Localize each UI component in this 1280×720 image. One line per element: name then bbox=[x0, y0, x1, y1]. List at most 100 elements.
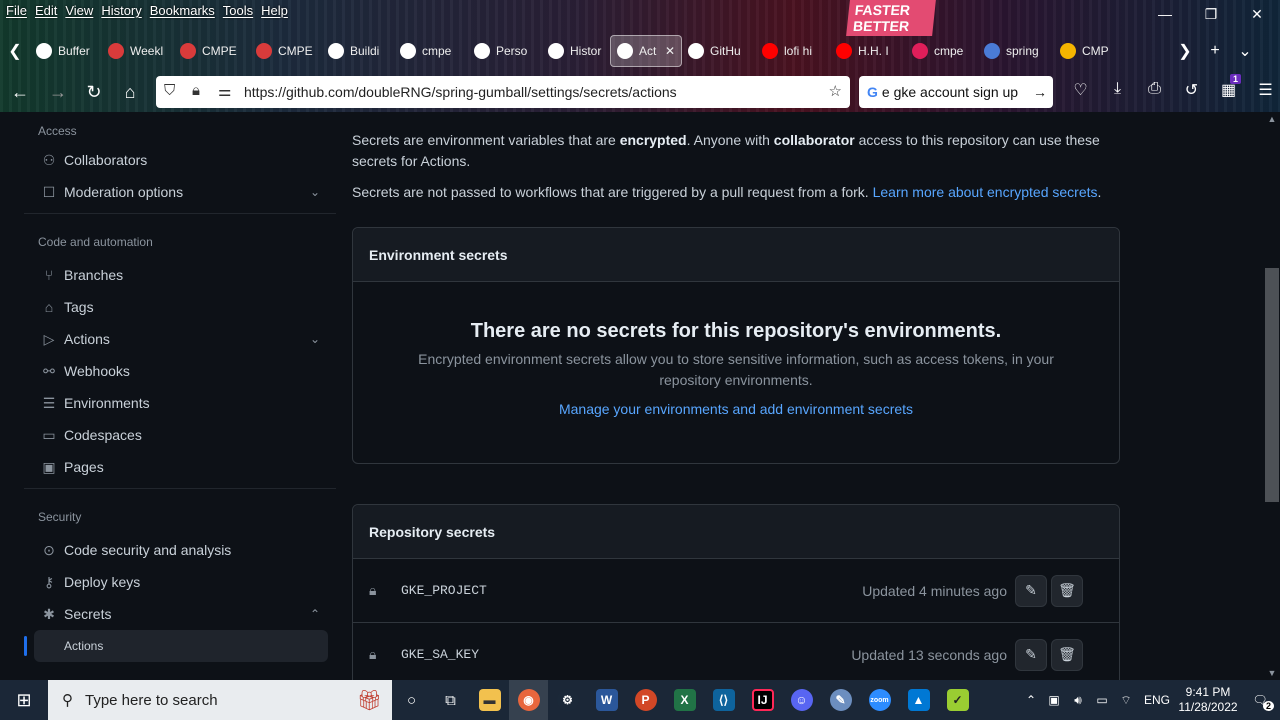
edit-secret-button[interactable]: ✎ bbox=[1015, 638, 1047, 671]
sidebar-item-secrets[interactable]: ✱ Secrets ⌃ bbox=[24, 598, 336, 630]
pocket-icon[interactable]: ♡ bbox=[1062, 80, 1099, 100]
search-box-text[interactable]: e gke account sign up bbox=[882, 84, 1018, 100]
chevron-down-icon[interactable]: ⌄ bbox=[310, 332, 320, 346]
browser-tab[interactable]: H.H. I bbox=[830, 35, 906, 67]
maximize-button[interactable]: ❐ bbox=[1188, 0, 1234, 30]
menu-bookmarks[interactable]: Bookmarks bbox=[148, 0, 221, 22]
menu-view[interactable]: View bbox=[63, 0, 99, 22]
sidebar-item-branches[interactable]: ⑂ Branches bbox=[24, 259, 336, 291]
print-icon[interactable]: ⎙ bbox=[1136, 80, 1173, 100]
browser-tab[interactable]: CMP bbox=[1054, 35, 1126, 67]
paint-icon[interactable]: ✎ bbox=[821, 680, 860, 720]
photos-icon[interactable]: ▲ bbox=[899, 680, 938, 720]
url-bar[interactable]: ⛉ 🔒︎ ⚌ https://github.com/doubleRNG/spri… bbox=[156, 76, 850, 108]
browser-tab[interactable]: Perso bbox=[468, 35, 542, 67]
sidebar-item-tags[interactable]: ⌂ Tags bbox=[24, 291, 336, 323]
downloads-icon[interactable]: ⤓ bbox=[1099, 80, 1136, 100]
close-tab-icon[interactable]: ✕ bbox=[665, 44, 675, 58]
tracking-shield-icon[interactable]: ⛉ bbox=[164, 82, 175, 99]
discord-icon[interactable]: ☺ bbox=[782, 680, 821, 720]
browser-tab[interactable]: Buffer bbox=[30, 35, 102, 67]
sidebar-item-pages[interactable]: ▣ Pages bbox=[24, 451, 336, 483]
hamburger-menu-icon[interactable]: ☰ bbox=[1247, 80, 1280, 100]
camera-icon[interactable]: ▣ bbox=[1042, 693, 1066, 707]
battery-icon[interactable]: ▭ bbox=[1090, 693, 1114, 707]
browser-tab[interactable]: cmpe bbox=[394, 35, 468, 67]
browser-tab[interactable]: GitHu bbox=[682, 35, 756, 67]
sidebar-item-moderation[interactable]: ☐ Moderation options ⌄ bbox=[24, 176, 336, 208]
tray-overflow-icon[interactable]: ⌃ bbox=[1020, 693, 1042, 707]
lock-icon[interactable]: 🔒︎ bbox=[192, 82, 200, 99]
excel-icon[interactable]: X bbox=[665, 680, 704, 720]
sidebar-item-webhooks[interactable]: ⚯ Webhooks bbox=[24, 355, 336, 387]
file-explorer-icon[interactable]: ▬ bbox=[470, 680, 509, 720]
menu-file[interactable]: File bbox=[4, 0, 33, 22]
scroll-up-icon[interactable]: ▲ bbox=[1264, 114, 1280, 124]
search-go-icon[interactable]: → bbox=[1033, 84, 1047, 100]
learn-more-link[interactable]: Learn more about encrypted secrets bbox=[873, 184, 1098, 200]
browser-tab[interactable]: Act ✕ bbox=[610, 35, 682, 67]
sidebar-subitem-actions-selected[interactable]: Actions bbox=[24, 630, 328, 662]
minimize-button[interactable]: — bbox=[1142, 0, 1188, 30]
browser-tab[interactable]: lofi hi bbox=[756, 35, 830, 67]
url-text[interactable]: https://github.com/doubleRNG/spring-gumb… bbox=[244, 84, 677, 100]
zoom-icon[interactable]: zoom bbox=[860, 680, 899, 720]
sidebar-item-collaborators[interactable]: ⚇ Collaborators bbox=[24, 144, 336, 176]
intellij-icon[interactable]: IJ bbox=[743, 680, 782, 720]
browser-tab[interactable]: CMPE bbox=[174, 35, 250, 67]
sidebar-item-deploy-keys[interactable]: ⚷ Deploy keys bbox=[24, 566, 336, 598]
sidebar-item-actions[interactable]: ▷ Actions ⌄ bbox=[24, 323, 336, 355]
browser-tab[interactable]: cmpe bbox=[906, 35, 978, 67]
tab-list-dropdown-icon[interactable]: ⌄ bbox=[1230, 41, 1260, 61]
extension-icon[interactable]: ▦ 1 bbox=[1210, 74, 1247, 100]
steam-icon[interactable]: ⚙ bbox=[548, 680, 587, 720]
browser-tab[interactable]: spring bbox=[978, 35, 1054, 67]
scroll-down-icon[interactable]: ▼ bbox=[1264, 668, 1280, 678]
taskbar-search[interactable]: ⚲ Type here to search 🎁︎ bbox=[48, 680, 392, 720]
menu-help[interactable]: Help bbox=[259, 0, 294, 22]
sidebar-item-code-security[interactable]: ⊙ Code security and analysis bbox=[24, 534, 336, 566]
menu-tools[interactable]: Tools bbox=[221, 0, 259, 22]
chevron-down-icon[interactable]: ⌄ bbox=[310, 185, 320, 199]
menu-history[interactable]: History bbox=[99, 0, 147, 22]
clock[interactable]: 9:41 PM 11/28/2022 bbox=[1176, 685, 1240, 715]
cortana-icon[interactable]: ○ bbox=[392, 680, 431, 720]
windows-start-icon[interactable]: ⊞ bbox=[0, 690, 48, 711]
notepad-icon[interactable]: ✓ bbox=[938, 680, 977, 720]
browser-tab[interactable]: Weekl bbox=[102, 35, 174, 67]
wifi-icon[interactable]: ⌔ bbox=[1114, 693, 1138, 708]
taskbar-search-placeholder[interactable]: Type here to search bbox=[85, 692, 218, 709]
powerpoint-icon[interactable]: P bbox=[626, 680, 665, 720]
language-indicator[interactable]: ENG bbox=[1138, 693, 1176, 707]
delete-secret-button[interactable]: 🗑︎ bbox=[1051, 574, 1083, 607]
sidebar-item-codespaces[interactable]: ▭ Codespaces bbox=[24, 419, 336, 451]
sidebar-item-environments[interactable]: ☰ Environments bbox=[24, 387, 336, 419]
volume-icon[interactable]: 🔊︎ bbox=[1066, 693, 1090, 708]
back-icon[interactable]: ← bbox=[0, 82, 40, 103]
browser-tab[interactable]: Buildi bbox=[322, 35, 394, 67]
manage-environments-link[interactable]: Manage your environments and add environ… bbox=[559, 401, 913, 417]
firefox-icon[interactable]: ◉ bbox=[509, 680, 548, 720]
page-scrollbar[interactable]: ▲ ▼ bbox=[1264, 112, 1280, 680]
browser-tab[interactable]: CMPE bbox=[250, 35, 322, 67]
delete-secret-button[interactable]: 🗑︎ bbox=[1051, 638, 1083, 671]
menu-edit[interactable]: Edit bbox=[33, 0, 63, 22]
home-icon[interactable]: ⌂ bbox=[112, 82, 148, 103]
task-view-icon[interactable]: ⧉ bbox=[431, 680, 470, 720]
tabs-scroll-left-icon[interactable]: ❮ bbox=[0, 41, 30, 61]
bookmark-star-icon[interactable]: ☆ bbox=[829, 82, 842, 100]
browser-tab[interactable]: Histor bbox=[542, 35, 610, 67]
new-tab-icon[interactable]: + bbox=[1200, 42, 1230, 60]
word-icon[interactable]: W bbox=[587, 680, 626, 720]
tabs-scroll-right-icon[interactable]: ❯ bbox=[1170, 41, 1200, 61]
close-window-button[interactable]: ✕ bbox=[1234, 0, 1280, 30]
forward-icon[interactable]: → bbox=[40, 82, 76, 103]
edit-secret-button[interactable]: ✎ bbox=[1015, 574, 1047, 607]
permissions-icon[interactable]: ⚌ bbox=[218, 82, 231, 100]
chevron-up-icon[interactable]: ⌃ bbox=[310, 607, 320, 621]
search-box[interactable]: G e gke account sign up → bbox=[859, 76, 1053, 108]
vscode-icon[interactable]: ⟨⟩ bbox=[704, 680, 743, 720]
reload-icon[interactable]: ↻ bbox=[76, 82, 112, 103]
notification-center-icon[interactable]: 🗨︎ 2 bbox=[1240, 693, 1280, 711]
history-icon[interactable]: ↺ bbox=[1173, 80, 1210, 100]
